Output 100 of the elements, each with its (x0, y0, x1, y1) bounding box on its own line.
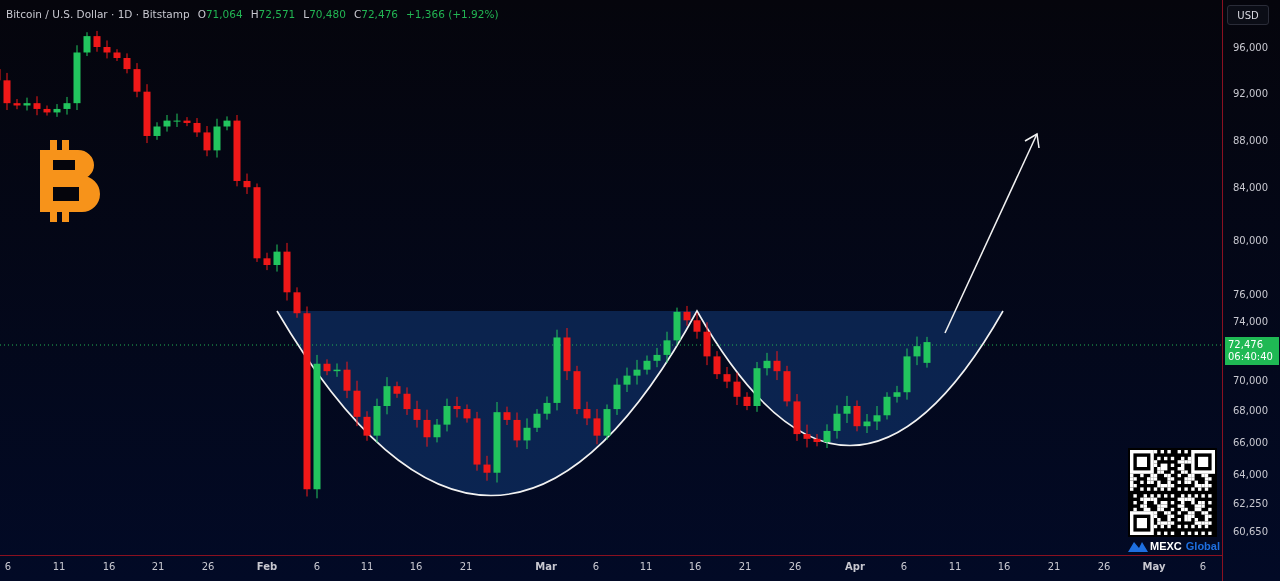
price-label: 74,000 (1233, 315, 1268, 327)
candle (743, 391, 751, 411)
qr-code-icon (1128, 448, 1217, 537)
candle (263, 252, 271, 271)
candle (443, 398, 451, 432)
candle (63, 96, 71, 116)
date-label: 11 (639, 561, 653, 572)
date-label: 26 (1097, 561, 1111, 572)
candle (803, 424, 811, 448)
candle (423, 409, 431, 448)
candle (53, 103, 61, 118)
date-label: 21 (1047, 561, 1061, 572)
candle (353, 380, 361, 427)
candle (683, 305, 691, 327)
currency-button[interactable]: USD (1227, 5, 1269, 25)
candle (173, 113, 181, 128)
candle (633, 359, 641, 386)
candle (203, 125, 211, 157)
brand-suffix: Global (1185, 540, 1220, 552)
price-change: +1,366 (+1.92%) (406, 8, 499, 20)
candle (753, 361, 761, 413)
candle (13, 98, 21, 110)
candle (863, 413, 871, 434)
price-label: 64,000 (1233, 468, 1268, 480)
current-price-tag: 72,476 06:40:40 (1225, 337, 1279, 365)
candle (623, 367, 631, 393)
candle (703, 321, 711, 366)
candle (563, 327, 571, 381)
candle (913, 336, 921, 366)
candle (873, 405, 881, 431)
brand-name: MEXC (1150, 540, 1182, 552)
price-label: 84,000 (1233, 181, 1268, 193)
candle (883, 391, 891, 420)
date-label: 11 (948, 561, 962, 572)
candle (453, 396, 461, 418)
date-label: 11 (52, 561, 66, 572)
candle (733, 372, 741, 406)
candle (23, 97, 31, 111)
candle (853, 399, 861, 432)
candle (383, 376, 391, 415)
price-label: 66,000 (1233, 436, 1268, 448)
date-label: 6 (900, 561, 908, 572)
date-label: May (1142, 561, 1166, 572)
candle (463, 403, 471, 424)
ohlc-value: O71,064 (197, 8, 243, 20)
candle (333, 362, 341, 378)
candle (363, 410, 371, 442)
candle (763, 352, 771, 376)
candle (93, 30, 101, 53)
candle (163, 114, 171, 133)
candle (793, 393, 801, 442)
candle (193, 117, 201, 138)
date-label: 16 (997, 561, 1011, 572)
date-label: 11 (360, 561, 374, 572)
candle (513, 412, 521, 448)
candle (833, 404, 841, 440)
date-label: 26 (201, 561, 215, 572)
candle (153, 121, 161, 141)
candle (823, 423, 831, 449)
candle (393, 381, 401, 399)
price-label: 96,000 (1233, 41, 1268, 53)
candle (583, 401, 591, 426)
date-label: 6 (592, 561, 600, 572)
price-label: 88,000 (1233, 134, 1268, 146)
candle (413, 400, 421, 429)
candle (73, 44, 81, 111)
candle (923, 336, 931, 369)
symbol-title: Bitcoin / U.S. Dollar · 1D · Bitstamp (6, 8, 190, 20)
candle (713, 350, 721, 380)
candle (673, 307, 681, 345)
candle (723, 366, 731, 389)
candle (693, 312, 701, 340)
candle (403, 386, 411, 416)
candle (843, 395, 851, 424)
date-label: 21 (738, 561, 752, 572)
candle (183, 116, 191, 127)
date-label: 6 (1199, 561, 1207, 572)
candle (223, 115, 231, 131)
candle (143, 83, 151, 144)
candle (663, 331, 671, 364)
candle (3, 72, 11, 111)
date-label: Mar (535, 561, 557, 572)
candle (43, 104, 51, 117)
candle (573, 365, 581, 415)
candle (783, 365, 791, 407)
date-label: 21 (151, 561, 165, 572)
price-label: 92,000 (1233, 87, 1268, 99)
candle (133, 62, 141, 98)
date-label: 6 (4, 561, 12, 572)
candle (613, 377, 621, 416)
candle (653, 347, 661, 368)
date-label: 6 (313, 561, 321, 572)
candle (643, 355, 651, 375)
candle (433, 418, 441, 443)
candle (773, 350, 781, 381)
candle (243, 173, 251, 195)
ohlc-value: L70,480 (303, 8, 346, 20)
ohlc-value: H72,571 (250, 8, 296, 20)
price-label: 60,650 (1233, 525, 1268, 537)
date-label: 16 (409, 561, 423, 572)
